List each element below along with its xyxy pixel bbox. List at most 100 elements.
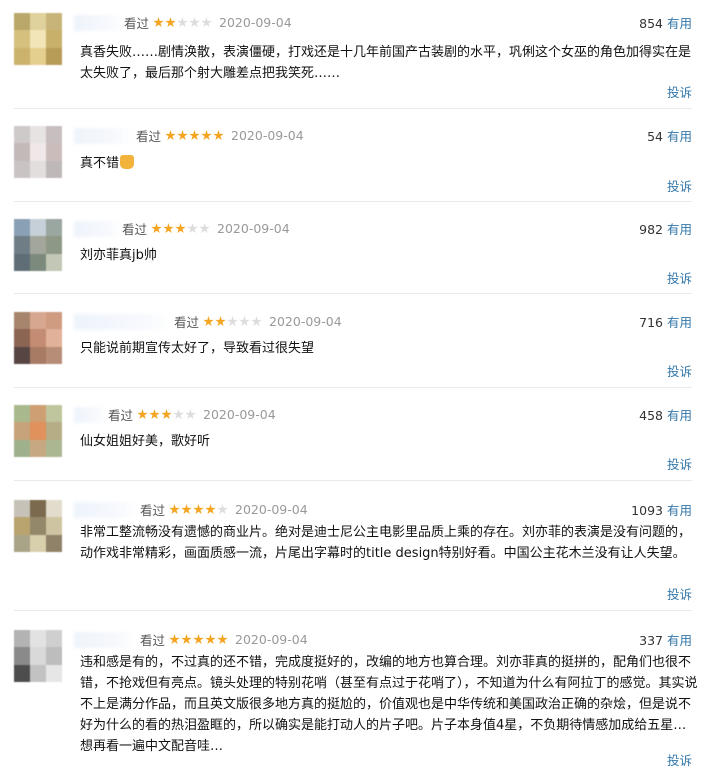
review-item: 看过 2020-09-04 54 有用 真不错 投诉 xyxy=(0,118,726,198)
review-item: 看过 2020-09-04 716 有用 只能说前期宣传太好了，导致看过很失望 投… xyxy=(0,304,726,384)
review-meta: 看过 2020-09-04 xyxy=(140,500,308,519)
useful-button[interactable]: 有用 xyxy=(667,222,692,237)
username-blurred[interactable] xyxy=(74,407,106,423)
star-icon xyxy=(251,316,262,327)
avatar-pixel xyxy=(46,143,62,161)
review-meta: 看过 2020-09-04 xyxy=(122,219,290,238)
star-rating xyxy=(169,504,229,515)
useful-button[interactable]: 有用 xyxy=(667,315,692,330)
divider xyxy=(14,293,692,294)
useful-button[interactable]: 有用 xyxy=(667,633,692,648)
avatar-pixel xyxy=(46,534,62,552)
username-blurred[interactable] xyxy=(74,632,136,648)
star-icon xyxy=(161,409,172,420)
avatar-pixel xyxy=(14,664,30,682)
avatar-pixel xyxy=(46,329,62,347)
star-icon xyxy=(217,634,228,645)
avatar-pixel xyxy=(46,517,62,535)
review-text: 违和感是有的，不过真的还不错，完成度挺好的，改编的地方也算合理。刘亦菲真的挺拼的… xyxy=(80,655,698,754)
avatar-pixel xyxy=(14,219,30,237)
review-text: 仙女姐姐好美，歌好听 xyxy=(80,434,211,449)
useful-votes: 982 有用 xyxy=(639,219,692,238)
avatar-pixel xyxy=(14,517,30,535)
avatar-pixel xyxy=(30,405,46,423)
thumbs-up-icon xyxy=(120,155,135,169)
useful-button[interactable]: 有用 xyxy=(667,129,692,144)
star-icon xyxy=(177,130,188,141)
useful-button[interactable]: 有用 xyxy=(667,503,692,518)
useful-button[interactable]: 有用 xyxy=(667,16,692,31)
report-link[interactable]: 投诉 xyxy=(667,268,692,287)
avatar-pixel xyxy=(14,534,30,552)
avatar[interactable] xyxy=(14,405,62,457)
useful-votes: 337 有用 xyxy=(639,630,692,649)
watched-label: 看过 xyxy=(108,408,134,423)
avatar-pixel xyxy=(46,439,62,457)
avatar-pixel xyxy=(14,13,30,31)
avatar-pixel xyxy=(46,13,62,31)
avatar-pixel xyxy=(30,517,46,535)
star-icon xyxy=(189,17,200,28)
report-link[interactable]: 投诉 xyxy=(667,750,692,769)
avatar-pixel xyxy=(14,126,30,144)
avatar[interactable] xyxy=(14,500,62,552)
report-link[interactable]: 投诉 xyxy=(667,584,692,603)
avatar[interactable] xyxy=(14,630,62,682)
star-icon xyxy=(227,316,238,327)
star-rating xyxy=(151,223,211,234)
star-icon xyxy=(201,130,212,141)
avatar-pixel xyxy=(46,47,62,65)
watched-label: 看过 xyxy=(140,633,166,648)
report-link[interactable]: 投诉 xyxy=(667,176,692,195)
avatar-pixel xyxy=(14,422,30,440)
review-item: 看过 2020-09-04 854 有用 真香失败……剧情涣散，表演僵硬，打戏还是… xyxy=(0,5,726,105)
username-blurred[interactable] xyxy=(74,221,122,237)
useful-votes: 458 有用 xyxy=(639,405,692,424)
divider xyxy=(14,108,692,109)
star-icon xyxy=(199,223,210,234)
star-icon xyxy=(205,634,216,645)
divider xyxy=(14,480,692,481)
review-text: 真香失败……剧情涣散，表演僵硬，打戏还是十几年前国产古装剧的水平，巩俐这个女巫的… xyxy=(80,45,692,81)
star-icon xyxy=(193,634,204,645)
avatar-pixel xyxy=(30,500,46,518)
avatar-pixel xyxy=(46,405,62,423)
watched-label: 看过 xyxy=(124,16,150,31)
vote-count: 854 xyxy=(639,16,663,31)
username-blurred[interactable] xyxy=(74,502,138,518)
star-icon xyxy=(173,409,184,420)
avatar-pixel xyxy=(46,422,62,440)
useful-votes: 1093 有用 xyxy=(631,500,692,519)
vote-count: 337 xyxy=(639,633,663,648)
avatar-pixel xyxy=(30,534,46,552)
avatar[interactable] xyxy=(14,13,62,65)
username-blurred[interactable] xyxy=(74,314,172,330)
divider xyxy=(14,201,692,202)
avatar-pixel xyxy=(14,253,30,271)
vote-count: 1093 xyxy=(631,503,663,518)
star-icon xyxy=(189,130,200,141)
divider xyxy=(14,387,692,388)
review-item: 看过 2020-09-04 337 有用 违和感是有的，不过真的还不错，完成度挺好… xyxy=(0,622,726,772)
star-icon xyxy=(153,17,164,28)
report-link[interactable]: 投诉 xyxy=(667,361,692,380)
useful-button[interactable]: 有用 xyxy=(667,408,692,423)
review-date: 2020-09-04 xyxy=(235,632,308,647)
avatar[interactable] xyxy=(14,312,62,364)
report-link[interactable]: 投诉 xyxy=(667,82,692,101)
avatar-pixel xyxy=(46,219,62,237)
avatar-pixel xyxy=(14,647,30,665)
star-icon xyxy=(169,634,180,645)
review-list: 看过 2020-09-04 854 有用 真香失败……剧情涣散，表演僵硬，打戏还是… xyxy=(0,0,726,772)
avatar[interactable] xyxy=(14,126,62,178)
avatar-pixel xyxy=(46,647,62,665)
review-text: 只能说前期宣传太好了，导致看过很失望 xyxy=(80,341,315,356)
avatar[interactable] xyxy=(14,219,62,271)
avatar-pixel xyxy=(46,346,62,364)
review-item: 看过 2020-09-04 982 有用 刘亦菲真jb帅 投诉 xyxy=(0,211,726,291)
report-link[interactable]: 投诉 xyxy=(667,454,692,473)
star-icon xyxy=(165,17,176,28)
star-rating xyxy=(203,316,263,327)
username-blurred[interactable] xyxy=(74,128,134,144)
username-blurred[interactable] xyxy=(74,15,124,31)
